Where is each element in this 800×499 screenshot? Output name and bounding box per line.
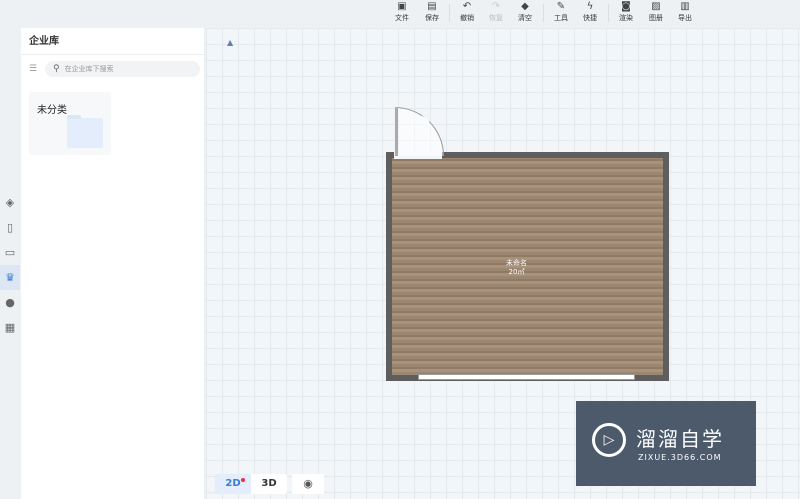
window[interactable] xyxy=(418,374,635,380)
rail-item-door[interactable]: ▯ xyxy=(0,215,20,240)
export-button[interactable]: ▥ 导出 xyxy=(671,1,699,23)
room-floor[interactable] xyxy=(386,152,669,381)
eye-button[interactable]: ◉ xyxy=(292,474,324,494)
file-button[interactable]: ▣ 文件 xyxy=(388,1,416,23)
view-toggle: 2D 3D xyxy=(215,474,287,494)
floorplan-canvas[interactable]: ▲ 未命名 20㎡ 2D 3D ◉ ▷ 溜溜自学 ZIXUE.3D66.COM xyxy=(206,28,800,499)
door-icon: ▯ xyxy=(6,221,14,234)
export-icon: ▥ xyxy=(680,1,690,12)
toolbar: ▣ 文件 ▤ 保存 ↶ 撤销 ↷ 恢复 ◆ 清空 ✎ 工具 ϟ 快捷 ◙ 渲染 ▨ 图册 ▥ 导出 xyxy=(0,0,800,27)
view-3d-button[interactable]: 3D xyxy=(251,474,287,494)
layers-icon: ◈ xyxy=(5,196,15,209)
notification-dot xyxy=(241,478,245,482)
library-panel: 企业库 ☰ ⚲ 在企业库下搜索 未分类 xyxy=(21,28,204,499)
watermark-url: ZIXUE.3D66.COM xyxy=(638,453,722,462)
room-label[interactable]: 未命名 20㎡ xyxy=(506,259,527,277)
shortcut-button[interactable]: ϟ 快捷 xyxy=(576,1,604,23)
compass-icon: ▲ xyxy=(227,38,234,47)
room-name: 未命名 xyxy=(506,259,527,267)
play-logo-icon: ▷ xyxy=(592,423,626,457)
folder-name: 未分类 xyxy=(37,105,67,116)
divider xyxy=(449,4,450,22)
room-area: 20㎡ xyxy=(508,268,525,276)
door[interactable] xyxy=(395,107,444,156)
redo-button[interactable]: ↷ 恢复 xyxy=(482,1,510,23)
album-icon: ▨ xyxy=(651,1,661,12)
watermark: ▷ 溜溜自学 ZIXUE.3D66.COM xyxy=(576,401,756,486)
clear-button[interactable]: ◆ 清空 xyxy=(511,1,539,23)
cabinet-icon: ▦ xyxy=(4,321,16,334)
undo-button[interactable]: ↶ 撤销 xyxy=(453,1,481,23)
category-rail: ◈ ▯ ▭ ♛ ● ▦ xyxy=(0,190,20,340)
album-button[interactable]: ▨ 图册 xyxy=(642,1,670,23)
watermark-title: 溜溜自学 xyxy=(636,427,724,451)
rail-item-personal[interactable]: ● xyxy=(0,290,20,315)
view-2d-label: 2D xyxy=(225,478,241,489)
crown-icon: ♛ xyxy=(5,271,15,284)
undo-icon: ↶ xyxy=(462,1,472,12)
folder-card[interactable]: 未分类 xyxy=(29,92,111,155)
rail-item-enterprise[interactable]: ♛ xyxy=(0,265,20,290)
render-button[interactable]: ◙ 渲染 xyxy=(612,1,640,23)
divider xyxy=(608,4,609,22)
rail-item-cabinet[interactable]: ▦ xyxy=(0,315,20,340)
view-2d-button[interactable]: 2D xyxy=(215,474,251,494)
search-input[interactable]: ⚲ 在企业库下搜索 xyxy=(45,61,200,77)
eraser-icon: ◆ xyxy=(521,1,529,12)
user-icon: ● xyxy=(5,296,15,309)
eye-icon: ◉ xyxy=(303,477,313,490)
list-view-icon[interactable]: ☰ xyxy=(29,64,39,74)
tools-button[interactable]: ✎ 工具 xyxy=(547,1,575,23)
save-icon: ▤ xyxy=(427,1,437,12)
rail-item-hard-decor[interactable]: ◈ xyxy=(0,190,20,215)
file-icon: ▣ xyxy=(397,1,407,12)
redo-icon: ↷ xyxy=(491,1,501,12)
rail-item-furniture[interactable]: ▭ xyxy=(0,240,20,265)
divider xyxy=(543,4,544,22)
wrench-icon: ✎ xyxy=(556,1,566,12)
save-button[interactable]: ▤ 保存 xyxy=(418,1,446,23)
search-icon: ⚲ xyxy=(53,64,60,74)
sofa-icon: ▭ xyxy=(4,246,16,259)
lightning-icon: ϟ xyxy=(586,1,594,12)
folder-icon xyxy=(67,115,103,148)
panel-title: 企业库 xyxy=(21,28,204,55)
camera-icon: ◙ xyxy=(621,1,631,12)
